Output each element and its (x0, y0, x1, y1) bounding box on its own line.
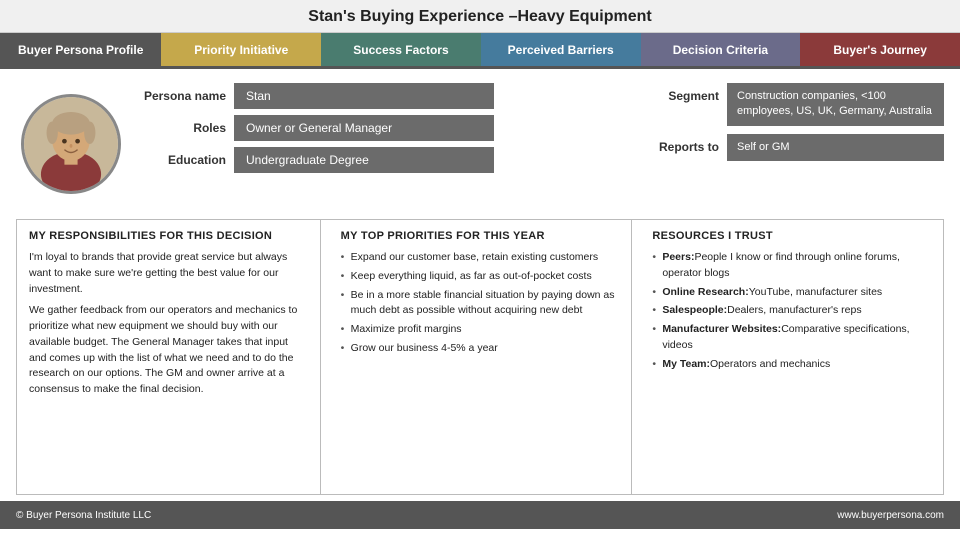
tab-perceived-barriers[interactable]: Perceived Barriers (481, 33, 641, 66)
priorities-column: MY TOP PRIORITIES FOR THIS YEAR Expand o… (329, 220, 633, 494)
reports-to-row: Reports to Self or GM (644, 134, 944, 161)
segment-row: Segment Construction companies, <100 emp… (644, 83, 944, 126)
list-item: Keep everything liquid, as far as out-of… (341, 269, 620, 285)
main-title: Stan's Buying Experience –Heavy Equipmen… (308, 8, 651, 25)
roles-label: Roles (136, 121, 226, 135)
education-label: Education (136, 153, 226, 167)
priorities-title: MY TOP PRIORITIES FOR THIS YEAR (341, 230, 620, 242)
resources-column: RESOURCES I TRUST Peers:People I know or… (640, 220, 943, 494)
profile-fields: Persona name Stan Roles Owner or General… (136, 79, 634, 173)
main-content: Persona name Stan Roles Owner or General… (0, 69, 960, 501)
reports-to-label: Reports to (644, 134, 719, 154)
responsibilities-para-2: We gather feedback from our operators an… (29, 303, 308, 398)
priorities-list: Expand our customer base, retain existin… (341, 250, 620, 357)
persona-name-value: Stan (234, 83, 494, 109)
roles-value: Owner or General Manager (234, 115, 494, 141)
list-item: Maximize profit margins (341, 322, 620, 338)
avatar (21, 94, 121, 194)
list-item: Peers:People I know or find through onli… (652, 250, 931, 282)
list-item: Expand our customer base, retain existin… (341, 250, 620, 266)
title-bar: Stan's Buying Experience –Heavy Equipmen… (0, 0, 960, 33)
list-item: Be in a more stable financial situation … (341, 288, 620, 320)
list-item: Grow our business 4-5% a year (341, 341, 620, 357)
education-row: Education Undergraduate Degree (136, 147, 634, 173)
segment-label: Segment (644, 83, 719, 103)
tab-priority-initiative[interactable]: Priority Initiative (161, 33, 321, 66)
responsibilities-title: MY RESPONSIBILITIES FOR THIS DECISION (29, 230, 308, 242)
footer-right: www.buyerpersona.com (837, 510, 944, 521)
resources-list: Peers:People I know or find through onli… (652, 250, 931, 372)
tab-decision-criteria[interactable]: Decision Criteria (641, 33, 801, 66)
list-item: My Team:Operators and mechanics (652, 357, 931, 373)
segment-value: Construction companies, <100 employees, … (727, 83, 944, 126)
list-item: Online Research:YouTube, manufacturer si… (652, 285, 931, 301)
education-value: Undergraduate Degree (234, 147, 494, 173)
list-item: Manufacturer Websites:Comparative specif… (652, 322, 931, 354)
avatar-container (16, 79, 126, 209)
nav-row: Buyer Persona Profile Priority Initiativ… (0, 33, 960, 69)
persona-name-row: Persona name Stan (136, 83, 634, 109)
profile-section: Persona name Stan Roles Owner or General… (16, 79, 944, 209)
bottom-section: MY RESPONSIBILITIES FOR THIS DECISION I'… (16, 219, 944, 495)
profile-right: Segment Construction companies, <100 emp… (644, 79, 944, 161)
tab-buyer-persona-profile[interactable]: Buyer Persona Profile (0, 33, 161, 66)
persona-name-label: Persona name (136, 89, 226, 103)
responsibilities-para-1: I'm loyal to brands that provide great s… (29, 250, 308, 297)
footer: © Buyer Persona Institute LLC www.buyerp… (0, 501, 960, 529)
reports-to-value: Self or GM (727, 134, 944, 161)
resources-title: RESOURCES I TRUST (652, 230, 931, 242)
tab-success-factors[interactable]: Success Factors (321, 33, 481, 66)
roles-row: Roles Owner or General Manager (136, 115, 634, 141)
footer-left: © Buyer Persona Institute LLC (16, 510, 151, 521)
tab-buyers-journey[interactable]: Buyer's Journey (800, 33, 960, 66)
responsibilities-column: MY RESPONSIBILITIES FOR THIS DECISION I'… (17, 220, 321, 494)
list-item: Salespeople:Dealers, manufacturer's reps (652, 303, 931, 319)
